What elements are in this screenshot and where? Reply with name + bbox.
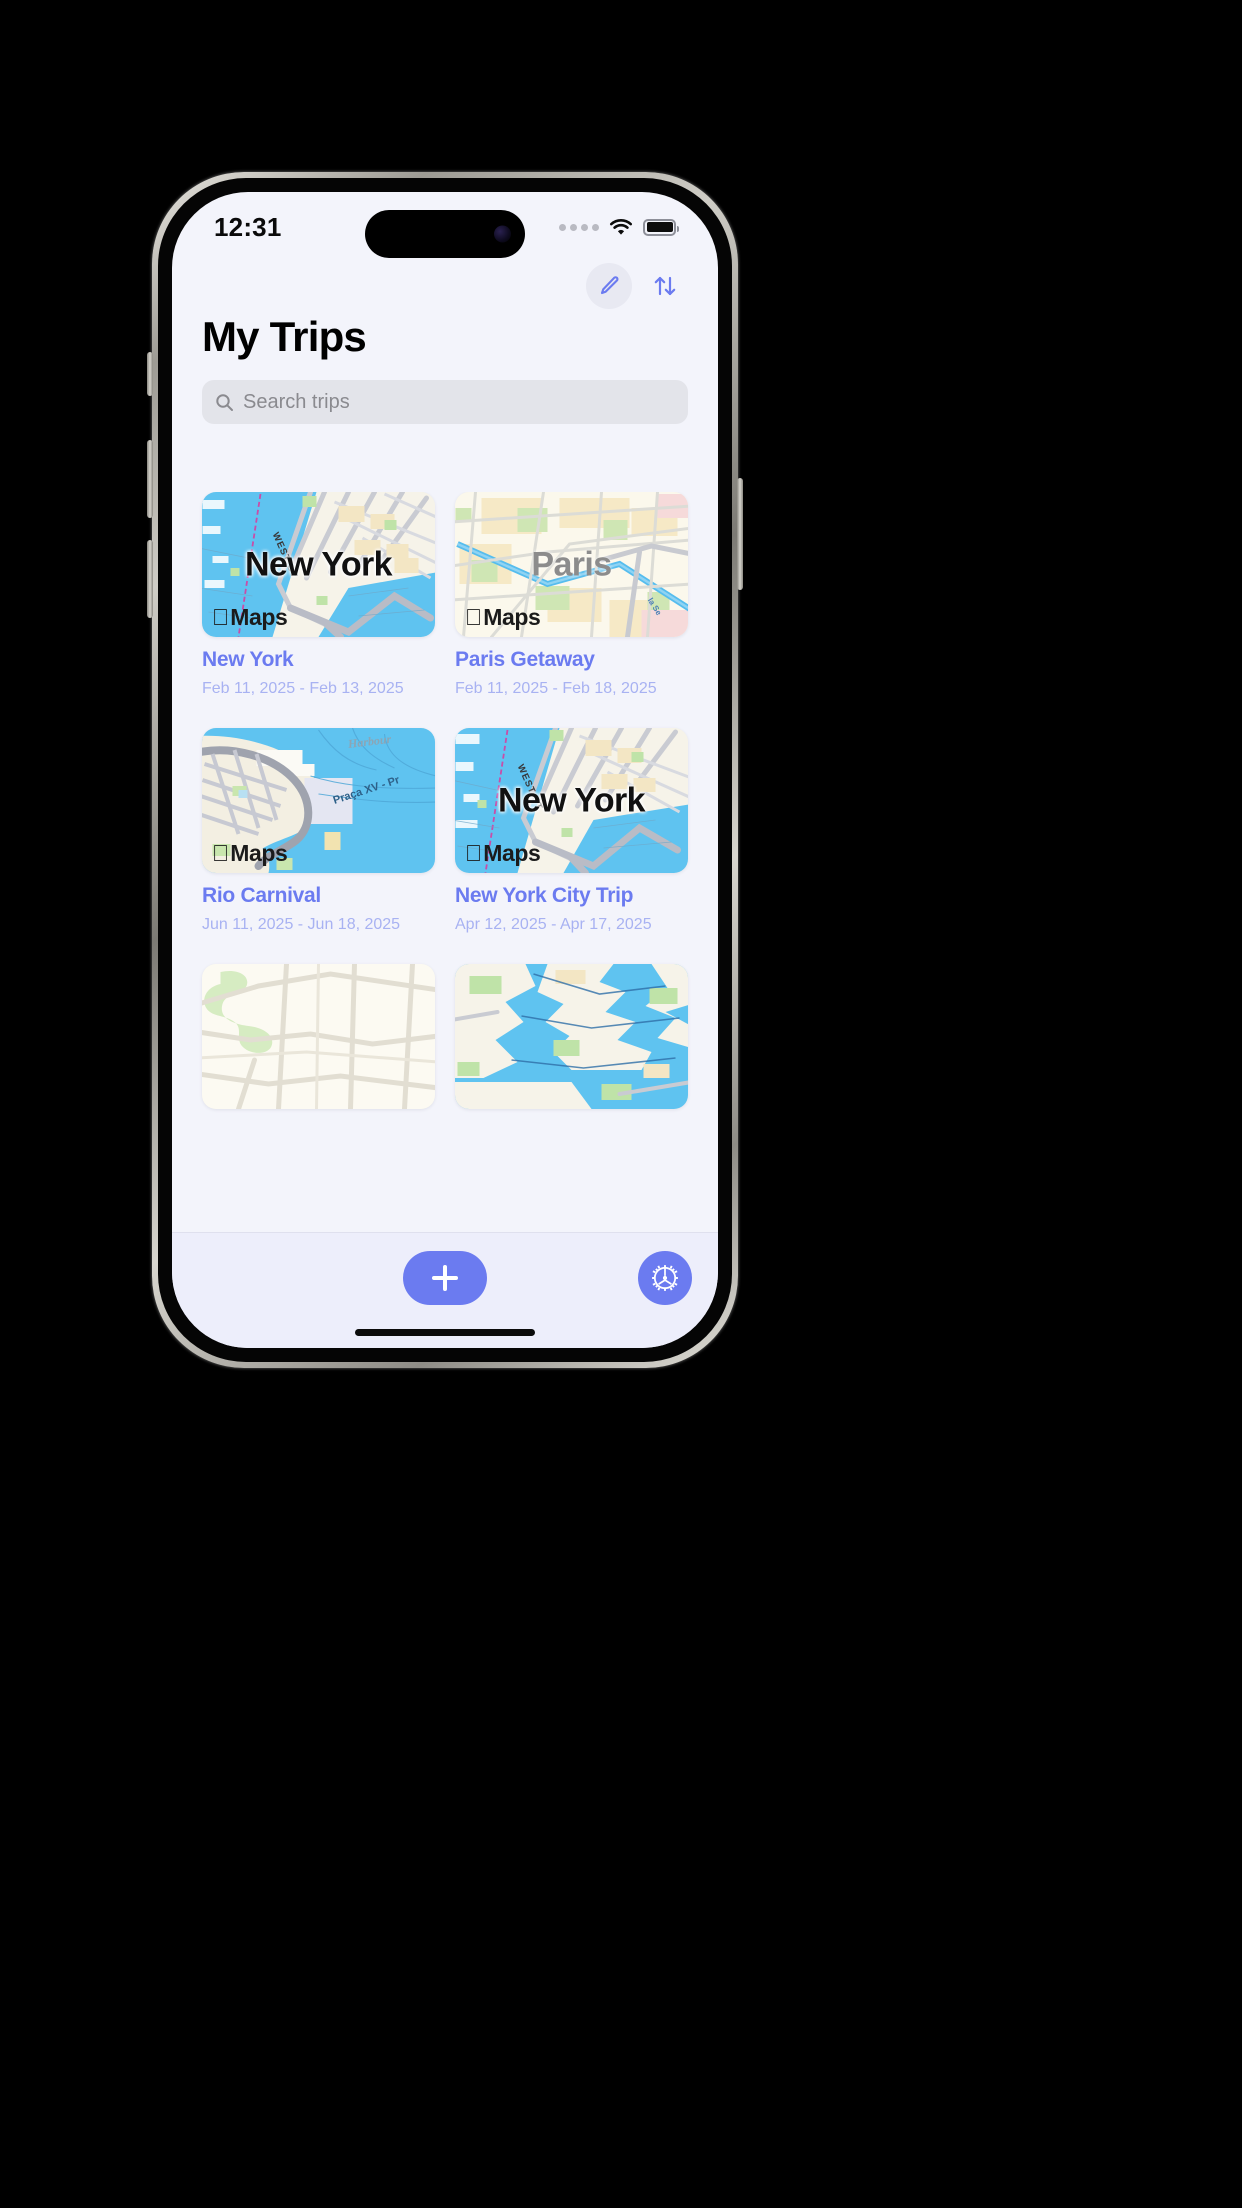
trip-card[interactable] [455, 964, 688, 1128]
screenshot-root: 12:31 My Trips Search trips WEST ST New … [0, 0, 1242, 2208]
trips-scroll-area[interactable]: WEST ST New York  Maps New York Feb 11,… [172, 492, 718, 1232]
map-city-label: New York [497, 781, 646, 819]
edit-button[interactable] [586, 263, 632, 309]
map-image-partial-coast [455, 964, 688, 1109]
status-bar-clock: 12:31 [214, 211, 282, 242]
trip-title: New York City Trip [455, 884, 634, 907]
gear-icon [652, 1265, 678, 1291]
trip-map-thumbnail [202, 964, 435, 1109]
apple-maps-watermark:  Maps [212, 604, 288, 631]
maps-wordmark: Maps [213, 604, 288, 630]
page-header: My Trips Search trips [172, 313, 718, 425]
apple-maps-watermark:  Maps [212, 840, 288, 867]
apple-logo-icon:  [212, 606, 229, 629]
trip-map-thumbnail: la Se Paris  Maps [455, 492, 688, 637]
trip-card[interactable]: la Se Paris  Maps Paris Getaway Feb 11,… [455, 492, 688, 698]
trip-dates: Jun 11, 2025 - Jun 18, 2025 [202, 916, 401, 933]
sort-button[interactable] [642, 263, 688, 309]
trip-dates: Apr 12, 2025 - Apr 17, 2025 [455, 916, 652, 933]
trip-dates: Feb 11, 2025 - Feb 13, 2025 [202, 680, 404, 697]
home-indicator[interactable] [355, 1329, 535, 1336]
sort-arrows-icon [654, 276, 676, 296]
map-image-partial-land [202, 964, 435, 1109]
search-icon [216, 393, 233, 411]
add-trip-button[interactable] [403, 1251, 487, 1305]
volume-up-button[interactable] [147, 440, 153, 518]
plus-icon [432, 1265, 458, 1291]
page-title: My Trips [202, 313, 367, 360]
battery-full-icon [643, 218, 679, 236]
trip-card[interactable] [202, 964, 435, 1128]
apple-logo-icon:  [465, 842, 482, 865]
signal-dots-icon [559, 223, 599, 231]
bottom-toolbar [172, 1232, 718, 1348]
volume-down-button[interactable] [147, 540, 153, 618]
trip-title: Rio Carnival [202, 884, 321, 907]
trip-map-thumbnail [455, 964, 688, 1109]
status-bar-indicators [559, 218, 679, 236]
dynamic-island [365, 210, 525, 258]
maps-wordmark: Maps [466, 840, 541, 866]
map-city-label: New York [244, 545, 393, 583]
search-placeholder: Search trips [243, 390, 350, 413]
apple-maps-watermark:  Maps [465, 840, 541, 867]
wifi-icon [610, 219, 632, 235]
apple-logo-icon:  [212, 842, 229, 865]
apple-logo-icon:  [465, 606, 482, 629]
power-button[interactable] [737, 478, 743, 590]
map-city-label: Paris [531, 545, 612, 583]
trip-title: Paris Getaway [455, 648, 595, 671]
search-input[interactable]: Search trips [202, 380, 688, 425]
trip-card[interactable]: WEST ST New York  Maps New York Feb 11,… [202, 492, 435, 698]
trip-map-thumbnail: WEST ST New York  Maps [455, 728, 688, 873]
maps-wordmark: Maps [213, 840, 288, 866]
phone-screen: 12:31 My Trips Search trips WEST ST New … [172, 192, 718, 1348]
maps-wordmark: Maps [466, 604, 541, 630]
trip-map-thumbnail: Praça XV - Pr Harbour  Maps [202, 728, 435, 873]
silent-switch[interactable] [147, 352, 153, 396]
trips-grid: WEST ST New York  Maps New York Feb 11,… [172, 492, 718, 1128]
trip-map-thumbnail: WEST ST New York  Maps [202, 492, 435, 637]
trip-card[interactable]: Praça XV - Pr Harbour  Maps Rio Carniva… [202, 728, 435, 934]
settings-button[interactable] [638, 1251, 692, 1305]
trip-title: New York [202, 648, 294, 671]
pencil-icon [600, 276, 619, 295]
trip-dates: Feb 11, 2025 - Feb 18, 2025 [455, 680, 657, 697]
nav-bar [172, 258, 718, 314]
trip-card[interactable]: WEST ST New York  Maps New York City Tr… [455, 728, 688, 934]
apple-maps-watermark:  Maps [465, 604, 541, 631]
